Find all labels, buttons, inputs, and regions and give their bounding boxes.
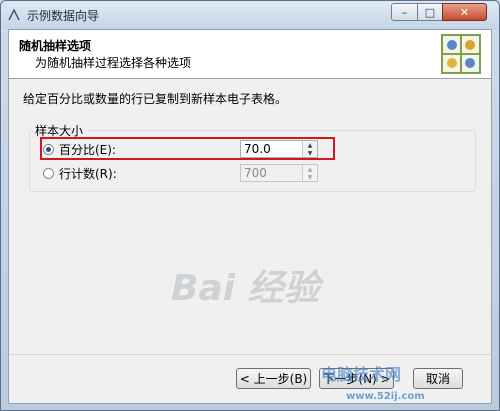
minimize-icon: – (401, 5, 408, 19)
next-button[interactable]: 下一步(N) > (319, 368, 394, 389)
close-button[interactable]: ✕ (442, 3, 487, 21)
highlight-box (40, 137, 335, 160)
prev-button[interactable]: < 上一步(B) (236, 368, 311, 389)
button-bar: < 上一步(B) 下一步(N) > 取消 (9, 354, 491, 405)
wizard-app-icon (8, 8, 20, 21)
row-count-stepper[interactable]: 700 ▲ ▼ (240, 164, 318, 182)
wizard-window: 示例数据向导 – □ ✕ 随机抽样选项 为随机抽样过程选择各种选项 给定百分比或… (0, 0, 500, 411)
title-bar[interactable]: 示例数据向导 – □ ✕ (1, 1, 499, 29)
close-icon: ✕ (459, 5, 470, 19)
page-title: 随机抽样选项 (19, 39, 92, 53)
maximize-icon: □ (424, 5, 436, 19)
minimize-button[interactable]: – (391, 3, 418, 21)
wizard-header: 随机抽样选项 为随机抽样过程选择各种选项 (9, 30, 491, 79)
spin-down-icon[interactable]: ▼ (303, 173, 317, 181)
row-count-label: 行计数(R): (59, 167, 117, 181)
row-count-value[interactable]: 700 (244, 166, 267, 180)
cancel-button[interactable]: 取消 (413, 368, 463, 389)
wizard-content: 随机抽样选项 为随机抽样过程选择各种选项 给定百分比或数量的行已复制到新样本电子… (8, 29, 492, 404)
instruction-text: 给定百分比或数量的行已复制到新样本电子表格。 (23, 92, 288, 106)
row-count-radio[interactable] (43, 168, 54, 179)
maximize-button[interactable]: □ (417, 3, 443, 21)
window-title: 示例数据向导 (27, 9, 100, 23)
row-count-spin-buttons: ▲ ▼ (302, 165, 317, 181)
page-subtitle: 为随机抽样过程选择各种选项 (35, 56, 192, 70)
sampling-grid-icon (441, 34, 481, 74)
